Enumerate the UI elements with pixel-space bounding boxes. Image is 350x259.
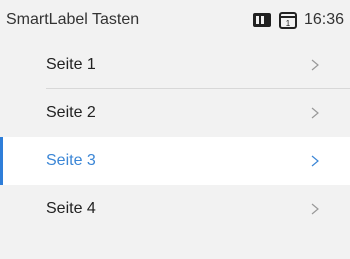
svg-text:1: 1 [286, 19, 291, 28]
app-title: SmartLabel Tasten [6, 11, 140, 28]
status-icons: 1 16:36 [252, 10, 344, 30]
list-item-label: Seite 4 [46, 200, 96, 217]
list-item-seite-1[interactable]: Seite 1 [0, 41, 350, 89]
clock: 16:36 [303, 11, 344, 28]
label-frame-icon: 1 [278, 10, 298, 30]
list-item-seite-4[interactable]: Seite 4 [0, 185, 350, 233]
chevron-right-icon [308, 103, 322, 123]
list-item-label: Seite 3 [46, 152, 96, 169]
battery-icon [252, 10, 272, 30]
list-item-seite-3[interactable]: Seite 3 [0, 137, 350, 185]
chevron-right-icon [308, 55, 322, 75]
chevron-right-icon [308, 151, 322, 171]
status-bar: SmartLabel Tasten 1 16:36 [0, 0, 350, 41]
list-item-label: Seite 2 [46, 104, 96, 121]
chevron-right-icon [308, 199, 322, 219]
page-list: Seite 1 Seite 2 Seite 3 Seite 4 [0, 41, 350, 233]
list-item-seite-2[interactable]: Seite 2 [0, 89, 350, 137]
list-item-label: Seite 1 [46, 56, 96, 73]
